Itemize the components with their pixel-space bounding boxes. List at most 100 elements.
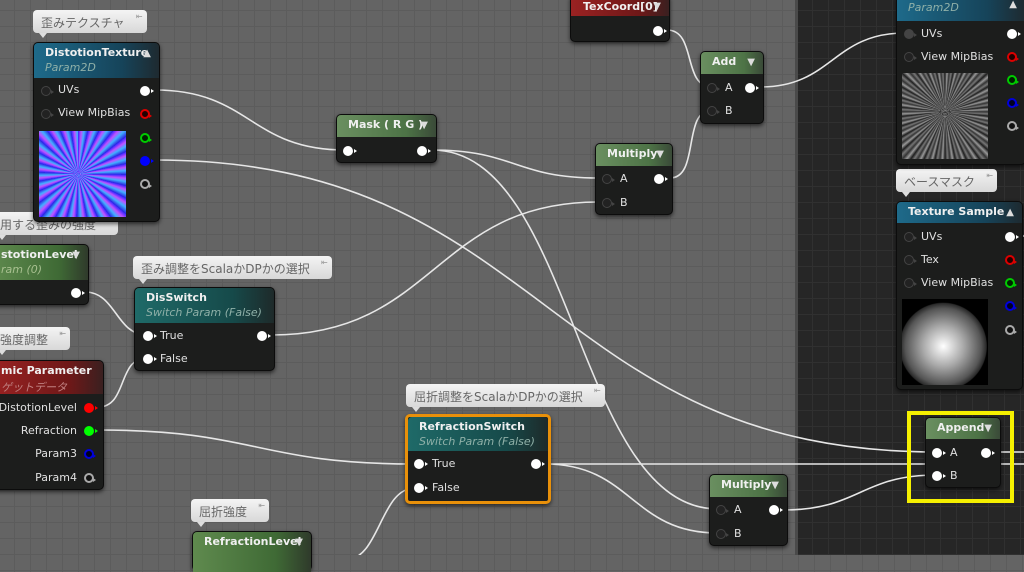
input-pin-mipbias[interactable] <box>904 278 917 288</box>
output-pin[interactable] <box>654 174 668 184</box>
output-pin-a[interactable] <box>1007 121 1019 131</box>
output-pin-b[interactable] <box>140 156 154 166</box>
input-pin[interactable] <box>343 146 357 156</box>
output-pin[interactable] <box>417 146 431 156</box>
pin-label: A <box>620 172 628 185</box>
pin-icon[interactable]: ⇤ <box>136 12 143 21</box>
output-pin-r[interactable] <box>1007 52 1019 62</box>
node-texture-sample[interactable]: Texture Sample ▲ UVs Tex View MipBias <box>896 201 1023 390</box>
input-pin-b[interactable] <box>602 198 615 208</box>
input-pin-b[interactable] <box>707 106 720 116</box>
comment-strength-adjust[interactable]: 強度調整 ⇤ <box>0 327 71 355</box>
output-pin[interactable] <box>71 288 85 298</box>
node-distotion-level[interactable]: stotionLevel ram (0) ▼ <box>0 244 89 305</box>
input-pin-mipbias[interactable] <box>41 109 54 119</box>
output-pin[interactable] <box>257 331 271 341</box>
input-pin-a[interactable] <box>707 83 720 93</box>
output-pin[interactable] <box>745 83 759 93</box>
output-pin-a[interactable] <box>140 179 152 189</box>
comment-base-mask[interactable]: ベースマスク ⇤ <box>896 169 998 197</box>
comment-refraction-select[interactable]: 屈折調整をScalaかDPかの選択 ⇤ <box>406 384 605 412</box>
dropdown-arrow-icon[interactable]: ▼ <box>420 120 428 131</box>
output-pin[interactable] <box>769 505 783 515</box>
comment-text: 屈折強度 <box>199 505 248 519</box>
output-pin-rgb[interactable] <box>140 86 154 96</box>
pin-label: View MipBias <box>921 50 994 63</box>
node-subtitle: ram (0) <box>1 263 43 276</box>
pin-icon[interactable]: ⇤ <box>258 501 265 510</box>
dropdown-arrow-icon[interactable]: ▼ <box>656 149 664 160</box>
collapse-arrow-icon[interactable]: ▲ <box>143 48 151 59</box>
dropdown-arrow-icon[interactable]: ▼ <box>72 250 80 261</box>
collapse-arrow-icon[interactable]: ▲ <box>1009 0 1017 10</box>
input-pin-true[interactable] <box>143 331 157 341</box>
wire[interactable] <box>97 429 416 465</box>
output-pin-distotionlevel[interactable] <box>84 403 98 413</box>
texture-preview-noise <box>902 73 988 159</box>
pin-icon[interactable]: ⇤ <box>59 329 66 338</box>
output-pin-g[interactable] <box>1005 278 1017 288</box>
output-pin[interactable] <box>653 26 667 36</box>
input-pin-true[interactable] <box>414 459 428 469</box>
comment-text: ベースマスク <box>904 175 976 189</box>
input-pin-tex[interactable] <box>904 255 917 265</box>
input-pin-a[interactable] <box>602 174 615 184</box>
pin-icon[interactable]: ⇤ <box>594 386 601 395</box>
output-pin-refraction[interactable] <box>84 426 98 436</box>
node-refraction-switch[interactable]: RefractionSwitch Switch Param (False) Tru… <box>405 414 551 504</box>
dropdown-arrow-icon[interactable]: ▼ <box>295 537 303 548</box>
output-pin-rgb[interactable] <box>1005 232 1019 242</box>
pin-label: Tex <box>921 253 939 266</box>
output-pin-a[interactable] <box>1005 325 1017 335</box>
dropdown-arrow-icon[interactable]: ▼ <box>653 1 661 12</box>
node-title: mic Parameter <box>1 364 92 377</box>
dropdown-arrow-icon[interactable]: ▼ <box>747 57 755 68</box>
output-pin-r[interactable] <box>140 109 152 119</box>
output-pin-b[interactable] <box>1007 98 1019 108</box>
node-distotion-texture[interactable]: DistotionTexture Param2D ▲ UVs View MipBia… <box>33 42 160 222</box>
input-pin-b[interactable] <box>716 529 729 539</box>
input-pin-false[interactable] <box>414 483 428 493</box>
wire[interactable] <box>431 149 599 179</box>
collapse-arrow-icon[interactable]: ▲ <box>1006 207 1014 218</box>
output-pin-g[interactable] <box>1007 75 1019 85</box>
node-refraction-level[interactable]: RefractionLevel ▼ <box>192 531 312 572</box>
output-pin-param4[interactable] <box>84 473 96 483</box>
node-title: Multiply <box>607 147 658 160</box>
node-add[interactable]: Add ▼ A B <box>700 51 764 124</box>
node-mask[interactable]: Mask ( R G ) ▼ <box>336 114 437 163</box>
output-pin-param3[interactable] <box>84 449 96 459</box>
comment-dis-select[interactable]: 歪み調整をScalaかDPかの選択 ⇤ <box>133 256 332 284</box>
input-pin-uvs[interactable] <box>904 232 917 242</box>
comment-distortion-texture[interactable]: 歪みテクスチャ ⇤ <box>33 10 147 38</box>
node-title: RefractionLevel <box>204 535 302 548</box>
node-subtitle: ゲットデータ <box>1 381 67 394</box>
comment-text: 歪み調整をScalaかDPかの選択 <box>141 262 310 276</box>
pin-label: Refraction <box>20 424 77 437</box>
output-pin[interactable] <box>531 459 545 469</box>
pin-icon[interactable]: ⇤ <box>321 258 328 267</box>
dropdown-arrow-icon[interactable]: ▼ <box>771 480 779 491</box>
input-pin-a[interactable] <box>716 505 729 515</box>
output-pin-rgb[interactable] <box>1007 29 1021 39</box>
output-pin-g[interactable] <box>140 133 152 143</box>
pin-label: UVs <box>921 27 943 40</box>
output-pin-r[interactable] <box>1005 255 1017 265</box>
node-texture-param[interactable]: Param2D ▲ UVs View MipBias <box>896 0 1024 165</box>
input-pin-uvs[interactable] <box>904 29 917 39</box>
comment-refraction-strength[interactable]: 屈折強度 ⇤ <box>191 499 270 527</box>
node-multiply-bottom[interactable]: Multiply ▼ A B <box>709 474 788 546</box>
comment-text: 歪みテクスチャ <box>41 16 125 30</box>
wire[interactable] <box>544 463 719 534</box>
node-multiply-top[interactable]: Multiply ▼ A B <box>595 143 673 215</box>
wire[interactable] <box>154 89 346 151</box>
input-pin-mipbias[interactable] <box>904 52 917 62</box>
input-pin-false[interactable] <box>143 354 157 364</box>
node-texcoord[interactable]: TexCoord[0] ▼ <box>570 0 670 42</box>
input-pin-uvs[interactable] <box>41 86 54 96</box>
pin-icon[interactable]: ⇤ <box>986 171 993 180</box>
output-pin-b[interactable] <box>1005 301 1017 311</box>
node-dis-switch[interactable]: DisSwitch Switch Param (False) True False <box>134 287 275 371</box>
node-title: DisSwitch <box>146 291 207 304</box>
node-dynamic-parameter[interactable]: mic Parameter ゲットデータ DistotionLevel Refra… <box>0 360 104 490</box>
